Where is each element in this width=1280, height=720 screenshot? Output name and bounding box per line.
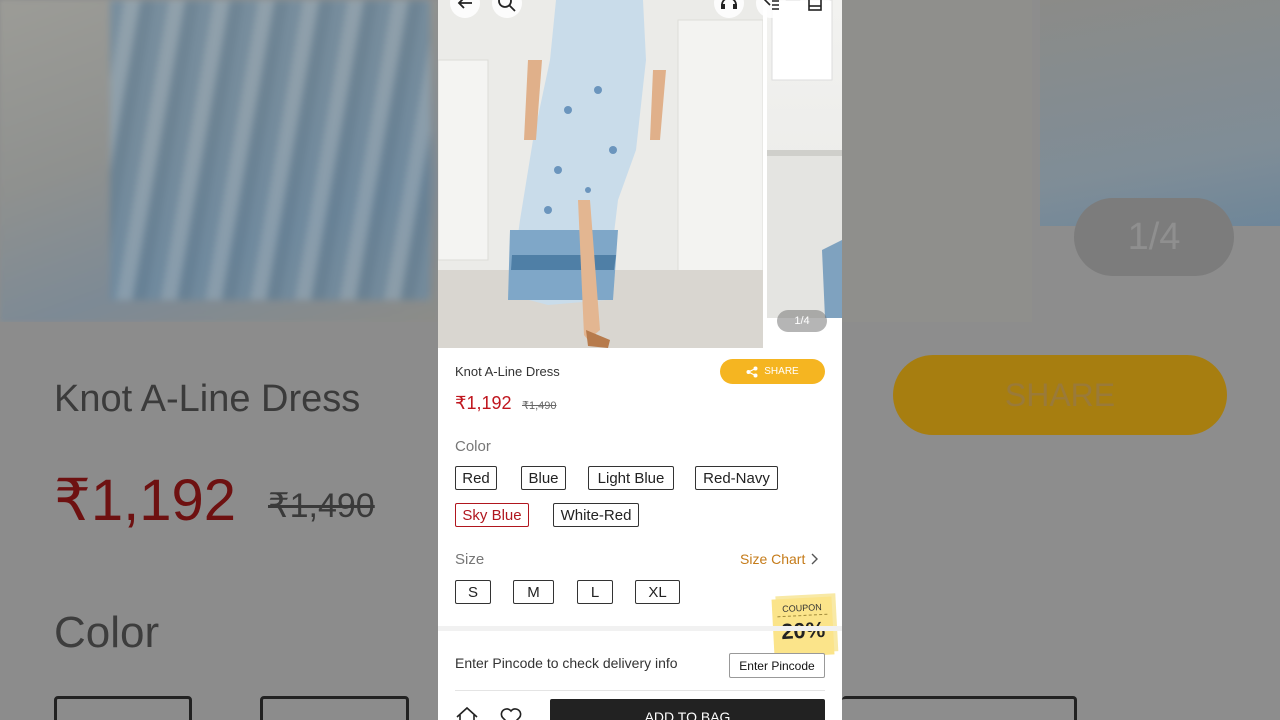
dress-illustration — [438, 0, 763, 348]
color-label: Color — [455, 438, 491, 455]
backdrop-product-title: Knot A-Line Dress — [54, 378, 361, 420]
size-option-s[interactable]: S — [455, 580, 491, 604]
share-button[interactable]: SHARE — [720, 359, 825, 384]
pincode-prompt: Enter Pincode to check delivery info — [455, 655, 678, 671]
color-option-white-red[interactable]: White-Red — [553, 503, 639, 527]
image-gallery[interactable]: 1/4 — [438, 0, 842, 348]
section-divider — [438, 626, 842, 631]
product-mrp: ₹1,490 — [522, 400, 557, 412]
backdrop-chip — [260, 696, 409, 720]
color-option-red-navy[interactable]: Red-Navy — [695, 466, 778, 490]
backdrop-image-counter: 1/4 — [1074, 198, 1234, 276]
backdrop-share-label: SHARE — [1004, 377, 1116, 413]
size-label: Size — [455, 551, 485, 568]
color-option-red[interactable]: Red — [455, 466, 497, 490]
backdrop-mrp: ₹1,490 — [268, 487, 375, 525]
chevron-right-icon — [811, 553, 819, 565]
wishlist-heart-icon[interactable] — [498, 704, 524, 720]
next-product-photo[interactable] — [767, 0, 842, 318]
backdrop-photo-right — [842, 0, 1032, 322]
backdrop-photo-far-right — [1040, 0, 1280, 226]
backdrop-share-button: SHARE — [893, 355, 1227, 435]
share-icon — [746, 366, 758, 377]
size-option-m[interactable]: M — [513, 580, 554, 604]
add-to-bag-button[interactable]: ADD TO BAG — [550, 699, 825, 720]
size-chart-label: Size Chart — [740, 551, 806, 567]
coupon-label: COUPON — [776, 601, 828, 618]
enter-pincode-button[interactable]: Enter Pincode — [729, 653, 825, 678]
size-option-l[interactable]: L — [577, 580, 613, 604]
backdrop-color-label: Color — [54, 608, 160, 657]
backdrop-price: ₹1,192 — [54, 468, 237, 533]
color-option-light-blue[interactable]: Light Blue — [588, 466, 674, 490]
size-chart-link[interactable]: Size Chart — [740, 551, 819, 567]
image-counter: 1/4 — [777, 310, 827, 332]
product-title: Knot A-Line Dress — [455, 364, 560, 379]
share-label: SHARE — [764, 366, 799, 377]
size-option-xl[interactable]: XL — [635, 580, 680, 604]
backdrop-chip — [842, 696, 1077, 720]
backdrop-product-photo — [0, 0, 438, 322]
color-option-sky-blue[interactable]: Sky Blue — [455, 503, 529, 527]
product-photo[interactable] — [438, 0, 763, 348]
backdrop-chip — [54, 696, 192, 720]
footer-divider — [455, 690, 825, 691]
room-illustration — [767, 0, 842, 318]
color-option-blue[interactable]: Blue — [521, 466, 566, 490]
product-price: ₹1,192 — [455, 393, 512, 413]
product-detail-screen: 1/4 Knot A-Line Dress SHARE ₹1,192 ₹1,49… — [438, 0, 842, 720]
home-icon[interactable] — [454, 704, 480, 720]
